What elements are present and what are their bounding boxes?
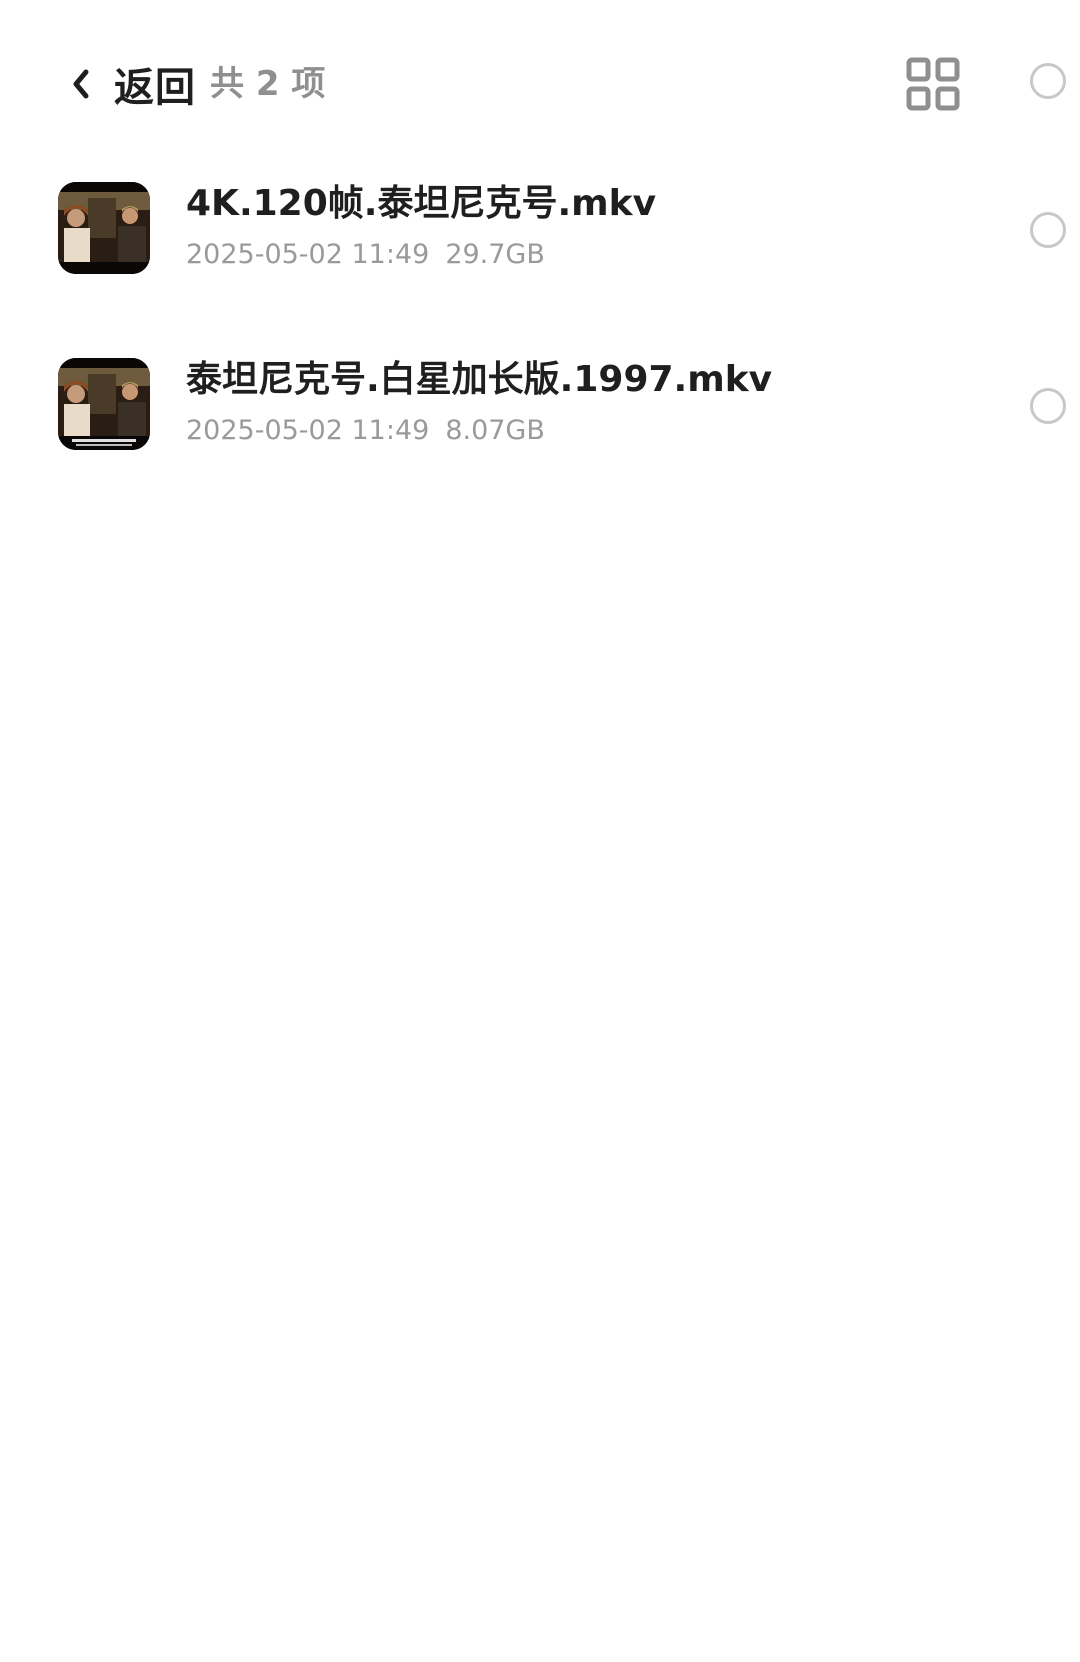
grid-view-icon bbox=[906, 57, 960, 111]
back-button[interactable]: 返回 bbox=[66, 52, 196, 116]
file-name: 4K.120帧.泰坦尼克号.mkv bbox=[186, 183, 657, 224]
file-meta: 2025-05-02 11:49 8.07GB bbox=[186, 412, 545, 450]
file-size: 8.07GB bbox=[445, 415, 545, 446]
chevron-left-icon bbox=[73, 69, 89, 99]
file-size: 29.7GB bbox=[445, 239, 545, 270]
video-thumbnail bbox=[58, 182, 150, 274]
grid-view-button[interactable] bbox=[905, 56, 961, 112]
file-select-checkbox[interactable] bbox=[1030, 212, 1066, 248]
file-list: 4K.120帧.泰坦尼克号.mkv 2025-05-02 11:49 29.7GB bbox=[0, 170, 1080, 522]
file-date: 2025-05-02 11:49 bbox=[186, 239, 430, 270]
file-date: 2025-05-02 11:49 bbox=[186, 415, 430, 446]
item-count: 共 2 项 bbox=[210, 64, 326, 104]
file-meta: 2025-05-02 11:49 29.7GB bbox=[186, 236, 545, 274]
back-label: 返回 bbox=[114, 65, 196, 111]
file-select-checkbox[interactable] bbox=[1030, 388, 1066, 424]
file-name: 泰坦尼克号.白星加长版.1997.mkv bbox=[186, 359, 773, 400]
top-bar: 返回 共 2 项 bbox=[0, 0, 1080, 170]
file-item[interactable]: 4K.120帧.泰坦尼克号.mkv 2025-05-02 11:49 29.7GB bbox=[0, 170, 1080, 346]
file-item[interactable]: 泰坦尼克号.白星加长版.1997.mkv 2025-05-02 11:49 8.0… bbox=[0, 346, 1080, 522]
select-all-checkbox[interactable] bbox=[1030, 63, 1066, 99]
video-thumbnail bbox=[58, 358, 150, 450]
